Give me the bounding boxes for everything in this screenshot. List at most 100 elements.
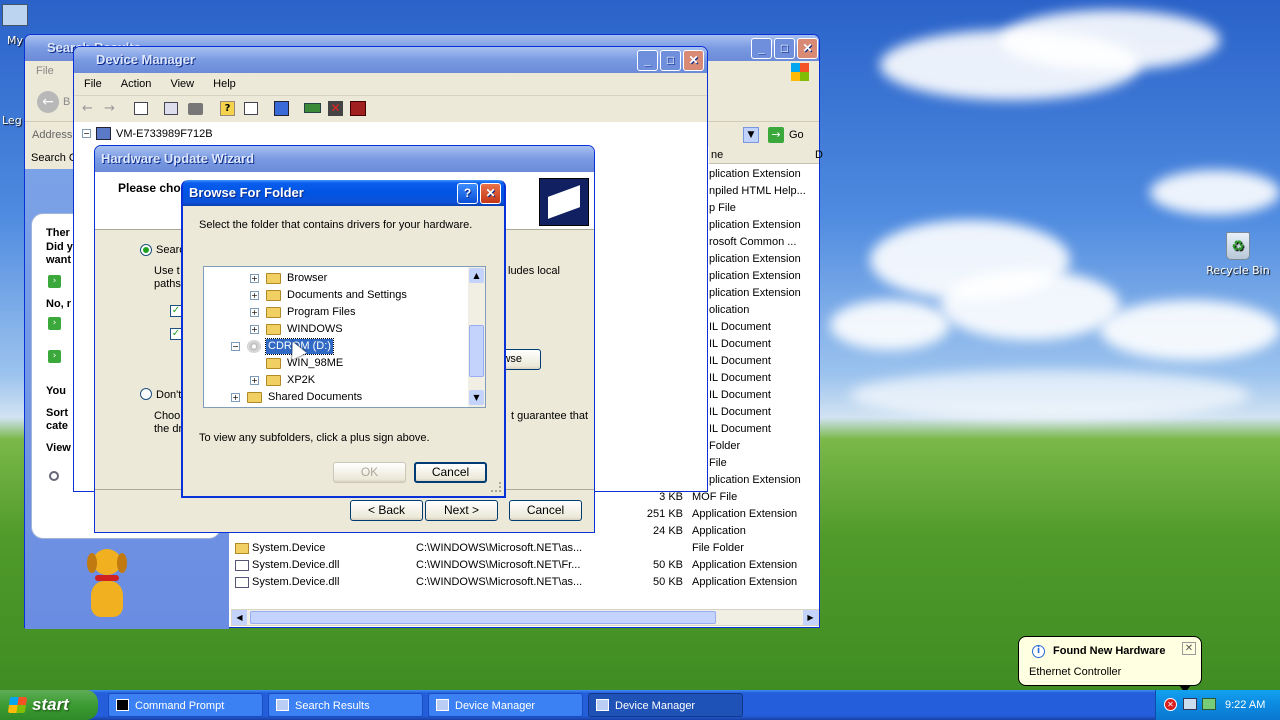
security-alert-icon[interactable]: ✕ [1164,698,1177,711]
result-type-cell[interactable]: IL Document [709,404,771,421]
folder-tree-item[interactable]: − CDROM (D:) [204,338,468,355]
folder-tree-item[interactable]: + Documents and Settings [204,287,468,304]
resize-grip-icon[interactable] [491,482,501,492]
folder-tree-item[interactable]: + WINDOWS [204,321,468,338]
browse-cancel-button[interactable]: Cancel [414,462,487,483]
folder-tree-item[interactable]: + Program Files [204,304,468,321]
search-dog-icon[interactable] [83,549,131,621]
expand-toggle[interactable]: + [231,393,240,402]
horizontal-scrollbar[interactable]: ◀ ▶ [231,609,819,626]
back-arrow-icon[interactable]: ← [37,91,59,113]
folder-tree-item[interactable]: + Shared Documents [204,389,468,406]
companion-text-view[interactable]: View [46,442,71,454]
dm-back-icon[interactable]: ← [82,101,93,116]
dm-help-icon[interactable]: ? [220,101,235,116]
dm-view-icon[interactable] [244,102,258,115]
result-type-cell[interactable]: olication [709,302,749,319]
maximize-button[interactable]: □ [774,38,795,59]
dm-uninstall-icon[interactable]: ✕ [328,101,343,116]
column-header-type[interactable]: ne [711,149,723,161]
start-button[interactable]: start [0,690,98,720]
result-type-cell[interactable]: IL Document [709,421,771,438]
dont-search-label[interactable]: Don't [156,389,181,401]
result-type-cell[interactable]: plication Extension [709,472,801,489]
wizard-next-button[interactable]: Next > [425,500,498,521]
network-icon[interactable] [1183,698,1197,710]
dm-update-driver-icon[interactable] [304,103,321,113]
result-type-cell[interactable]: IL Document [709,353,771,370]
folder-tree-view[interactable]: + Browser + Documents and Settings + Program … [203,266,486,408]
go-button-label[interactable]: Go [789,129,804,141]
companion-option-1-arrow-icon[interactable]: › [48,275,61,288]
dm-scan-hardware-icon[interactable] [274,101,289,116]
taskbar-button[interactable]: Command Prompt [108,693,263,717]
browse-help-button[interactable]: ? [457,183,478,204]
minimize-button[interactable]: _ [751,38,772,59]
tree-scroll-thumb[interactable] [469,325,484,377]
dm-print-icon[interactable] [188,103,203,115]
go-arrow-icon[interactable]: → [768,127,784,143]
expand-toggle[interactable]: + [250,308,259,317]
result-type-cell[interactable]: File [709,455,727,472]
scroll-thumb[interactable] [250,611,716,624]
expand-toggle[interactable]: + [250,291,259,300]
result-type-cell[interactable]: npiled HTML Help... [709,183,806,200]
dm-minimize-button[interactable]: _ [637,50,658,71]
result-type-cell[interactable]: plication Extension [709,217,801,234]
dm-console-tree-icon[interactable] [134,102,148,115]
result-type-cell[interactable]: plication Extension [709,268,801,285]
companion-option-2-arrow-icon[interactable]: › [48,317,61,330]
folder-tree-item[interactable]: WIN_98ME [204,355,468,372]
result-type-cell[interactable]: plication Extension [709,251,801,268]
dm-disable-icon[interactable] [350,101,366,116]
taskbar-button[interactable]: Device Manager [588,693,743,717]
taskbar-button[interactable]: Device Manager [428,693,583,717]
companion-option-3-arrow-icon[interactable]: › [48,350,61,363]
tree-scroll-up-arrow[interactable]: ▲ [469,268,484,283]
dm-properties-icon[interactable] [164,102,178,115]
table-row[interactable]: System.Device.dll C:\WINDOWS\Microsoft.NE… [231,557,819,574]
legacy-desktop-icon-label[interactable]: Leg [2,114,22,127]
folder-tree-item[interactable]: + Browser [204,270,468,287]
tree-scroll-down-arrow[interactable]: ▼ [469,390,484,405]
taskbar-button[interactable]: Search Results [268,693,423,717]
search-radio[interactable] [140,244,152,256]
wizard-cancel-button[interactable]: Cancel [509,500,582,521]
dm-menu-help[interactable]: Help [213,78,236,90]
result-type-cell[interactable]: Folder [709,438,740,455]
balloon-close-button[interactable]: ✕ [1182,642,1196,655]
dm-menu-file[interactable]: File [84,78,102,90]
recycle-bin-desktop-icon[interactable]: ♻ Recycle Bin [1203,232,1273,277]
expand-toggle[interactable]: + [250,376,259,385]
hardware-tray-icon[interactable] [1202,698,1216,710]
dm-forward-icon[interactable]: → [104,101,115,116]
dm-close-button[interactable]: ✕ [683,50,704,71]
dont-search-radio[interactable] [140,388,152,400]
expand-toggle[interactable]: + [250,325,259,334]
scroll-right-arrow[interactable]: ▶ [803,610,818,625]
folder-tree-item[interactable]: + XP2K [204,372,468,389]
menu-file[interactable]: File [36,65,54,77]
table-row[interactable]: System.Device.dll C:\WINDOWS\Microsoft.NE… [231,574,819,591]
result-type-cell[interactable]: plication Extension [709,166,801,183]
result-type-cell[interactable]: IL Document [709,387,771,404]
result-type-cell[interactable]: IL Document [709,370,771,387]
dm-maximize-button[interactable]: □ [660,50,681,71]
browse-close-button[interactable]: ✕ [480,183,501,204]
expand-toggle[interactable]: + [250,274,259,283]
result-type-cell[interactable]: IL Document [709,336,771,353]
dm-menu-action[interactable]: Action [121,78,152,90]
browse-ok-button[interactable]: OK [333,462,406,483]
magnifier-icon[interactable] [49,471,59,481]
result-type-cell[interactable]: IL Document [709,319,771,336]
close-button[interactable]: ✕ [797,38,818,59]
tree-vertical-scrollbar[interactable]: ▲ ▼ [468,267,485,407]
result-type-cell[interactable]: plication Extension [709,285,801,302]
address-dropdown-button[interactable]: ▼ [743,127,759,143]
wizard-back-button[interactable]: < Back [350,500,423,521]
found-new-hardware-balloon[interactable]: i Found New Hardware Ethernet Controller… [1018,636,1202,693]
dm-tree-root-collapse[interactable]: − [82,129,91,138]
dm-tree-root[interactable]: VM-E733989F712B [116,128,213,140]
collapse-toggle[interactable]: − [231,342,240,351]
result-type-cell[interactable]: p File [709,200,736,217]
